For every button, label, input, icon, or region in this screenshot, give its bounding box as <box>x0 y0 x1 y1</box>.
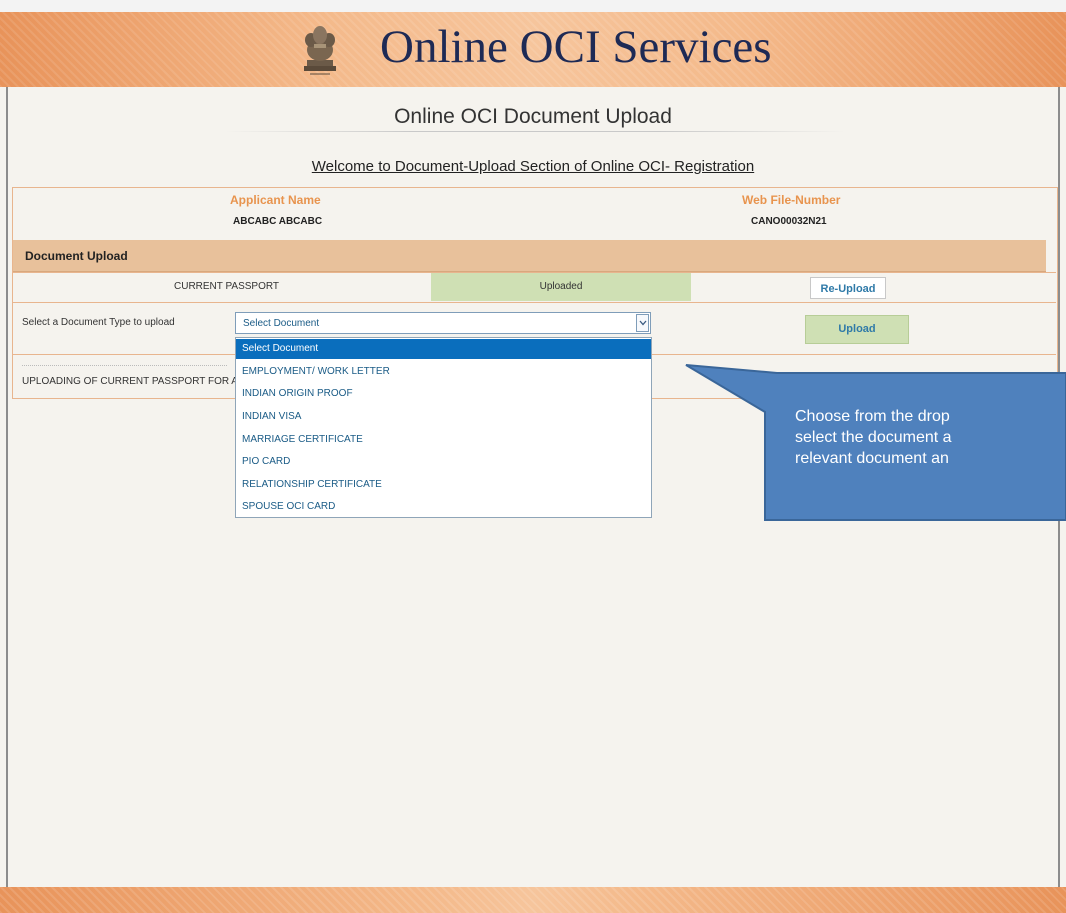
document-type-select-value: Select Document <box>243 318 320 329</box>
document-upload-header: Document Upload <box>13 240 1046 272</box>
applicant-name-value: ABCABC ABCABC <box>233 216 323 227</box>
page-heading: Online OCI Document Upload <box>394 105 672 128</box>
document-type-select[interactable]: Select Document <box>235 312 651 334</box>
dropdown-option-marriage-certificate[interactable]: MARRIAGE CERTIFICATE <box>236 430 651 450</box>
header-banner: Online OCI Services <box>0 12 1066 87</box>
frame-left <box>6 87 8 887</box>
dropdown-option-indian-visa[interactable]: INDIAN VISA <box>236 407 651 427</box>
dropdown-option-pio-card[interactable]: PIO CARD <box>236 452 651 472</box>
re-upload-button[interactable]: Re-Upload <box>810 277 886 299</box>
heading-divider <box>225 131 845 132</box>
document-upload-title: Document Upload <box>25 249 128 263</box>
chevron-down-icon[interactable] <box>636 314 649 332</box>
web-file-number-value: CANO00032N21 <box>751 216 827 227</box>
dropdown-option-employment-work-letter[interactable]: EMPLOYMENT/ WORK LETTER <box>236 362 651 382</box>
callout-line: Choose from the drop <box>795 408 950 425</box>
callout-text: Choose from the drop select the document… <box>795 406 1066 516</box>
welcome-text: Welcome to Document-Upload Section of On… <box>311 158 755 175</box>
callout-line: select the document a <box>795 429 952 446</box>
row-divider <box>13 302 1056 303</box>
footer-banner <box>0 887 1066 913</box>
document-type-dropdown: Select Document EMPLOYMENT/ WORK LETTER … <box>235 337 652 518</box>
dropdown-option-indian-origin-proof[interactable]: INDIAN ORIGIN PROOF <box>236 384 651 404</box>
site-title: Online OCI Services <box>380 21 772 73</box>
applicant-name-label: Applicant Name <box>230 193 321 207</box>
document-type-label: Select a Document Type to upload <box>22 317 175 328</box>
dropdown-option-relationship-certificate[interactable]: RELATIONSHIP CERTIFICATE <box>236 475 651 495</box>
dropdown-option-spouse-oci-card[interactable]: SPOUSE OCI CARD <box>236 497 651 517</box>
dotted-divider <box>22 365 227 366</box>
callout-line: relevant document an <box>795 450 949 467</box>
uploading-status-text: UPLOADING OF CURRENT PASSPORT FOR ABC <box>22 376 252 387</box>
upload-status: Uploaded <box>539 281 583 292</box>
current-document-name: CURRENT PASSPORT <box>174 281 280 292</box>
upload-button[interactable]: Upload <box>805 315 909 344</box>
dropdown-option-select-document[interactable]: Select Document <box>236 339 651 359</box>
page: Online OCI Services Online OCI Document … <box>0 0 1066 913</box>
national-emblem-icon <box>304 26 336 75</box>
web-file-number-label: Web File-Number <box>742 193 841 207</box>
upload-status-cell: Uploaded <box>431 273 691 301</box>
